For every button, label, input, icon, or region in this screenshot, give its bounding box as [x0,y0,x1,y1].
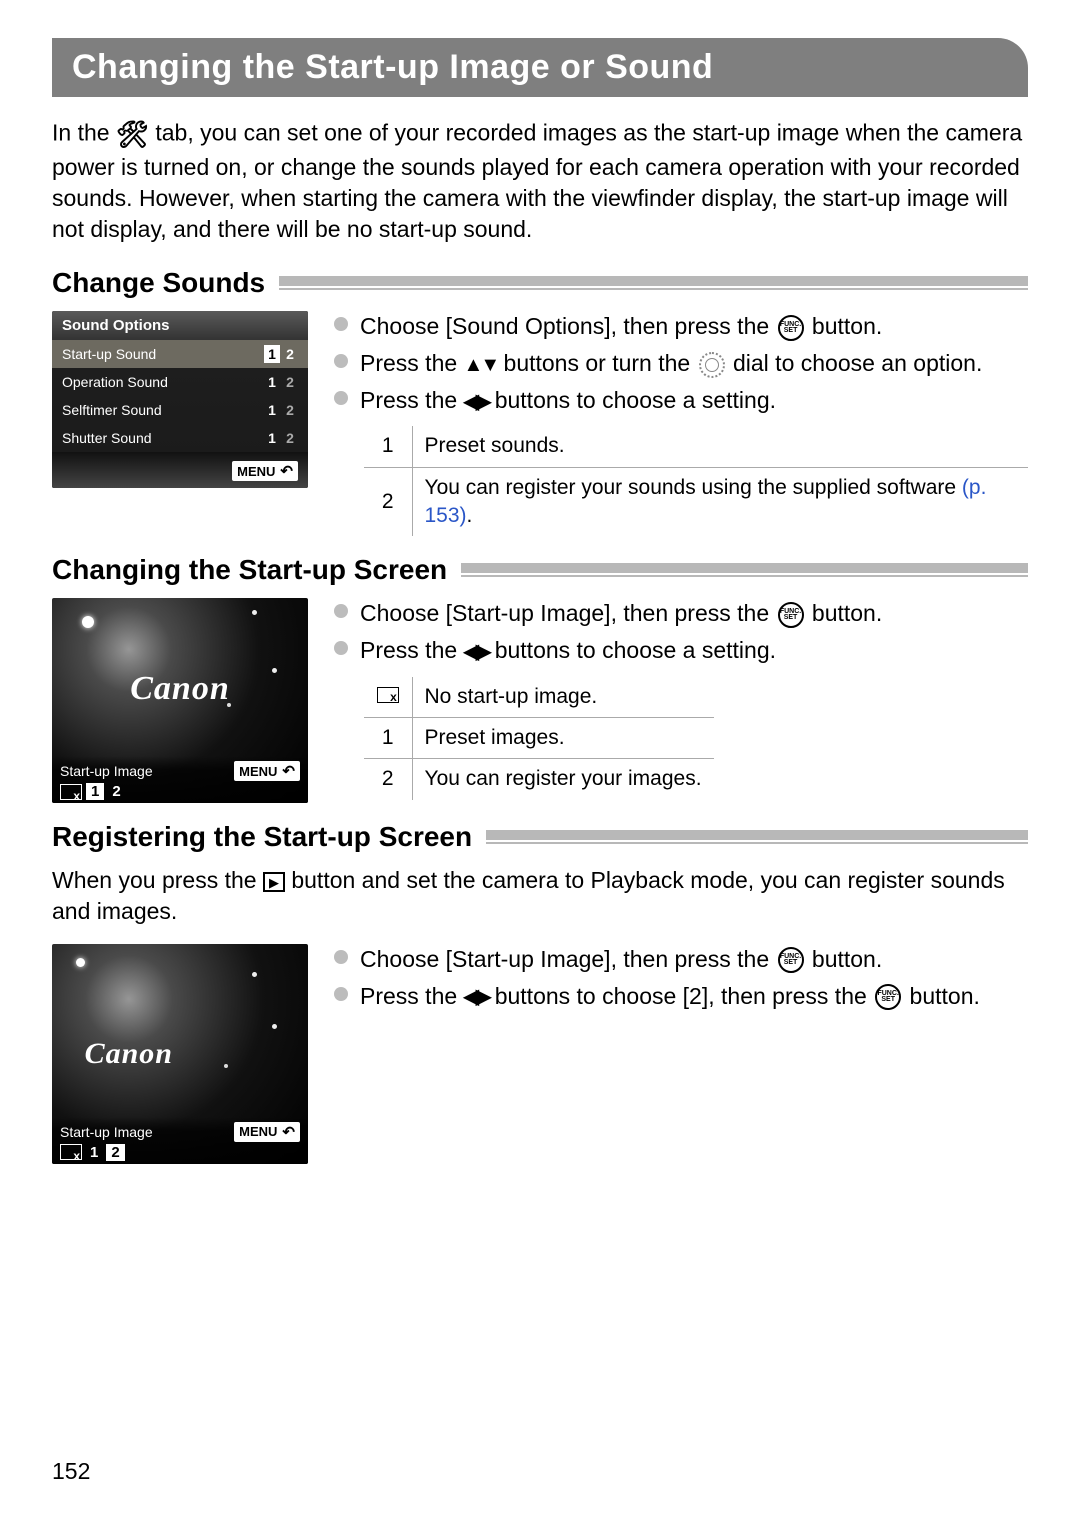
no-image-icon [60,784,82,800]
playback-icon: ▶ [263,872,285,892]
option: 2 [108,783,124,800]
lcd-row-operation-sound: Operation Sound 12 [52,368,308,396]
control-dial-icon [699,352,725,378]
no-image-icon [377,687,399,703]
func-set-icon: FUNC.SET [875,984,901,1010]
func-set-icon: FUNC.SET [778,602,804,628]
tools-icon: 🛠 [116,117,149,152]
instructions: Choose [Start-up Image], then press the … [332,944,1028,1018]
option: 1 [86,1144,102,1161]
option-selected: 2 [106,1144,124,1161]
section-heading-row: Changing the Start-up Screen [52,554,1028,586]
page-title: Changing the Start-up Image or Sound [52,38,1028,97]
up-down-arrows-icon: ▲▼ [464,352,498,379]
intro-paragraph: In the 🛠 tab, you can set one of your re… [52,117,1028,245]
section-heading: Change Sounds [52,267,265,299]
lcd-register-image: Canon Start-up Image MENU↶ 1 2 [52,944,308,1164]
left-right-arrows-icon: ◀▶ [464,984,489,1011]
func-set-icon: FUNC.SET [778,315,804,341]
no-image-icon [60,1144,82,1160]
menu-back-tag: MENU↶ [232,461,298,481]
register-intro: When you press the ▶ button and set the … [52,865,1028,927]
lcd-row-selftimer-sound: Selftimer Sound 12 [52,396,308,424]
lcd-subtitle: Start-up Image [60,1124,153,1140]
lcd-row-startup-sound: Start-up Sound 12 [52,340,308,368]
lcd-row-shutter-sound: Shutter Sound 12 [52,424,308,452]
startup-image-table: No start-up image. 1Preset images. 2You … [364,677,714,800]
section-heading: Registering the Start-up Screen [52,821,472,853]
return-icon: ↶ [280,462,293,480]
left-right-arrows-icon: ◀▶ [464,389,489,416]
sounds-table: 1Preset sounds. 2You can register your s… [364,426,1028,536]
return-icon: ↶ [282,1123,295,1141]
canon-logo: Canon [130,670,230,708]
left-right-arrows-icon: ◀▶ [464,639,489,666]
lcd-sound-options: Sound Options Start-up Sound 12 Operatio… [52,311,308,488]
page-number: 152 [52,1458,90,1485]
menu-back-tag: MENU↶ [234,1122,300,1142]
option-selected: 1 [86,783,104,800]
func-set-icon: FUNC.SET [778,947,804,973]
section-heading-row: Registering the Start-up Screen [52,821,1028,853]
instructions: Choose [Start-up Image], then press the … [332,598,1028,799]
section-heading-row: Change Sounds [52,267,1028,299]
instructions: Choose [Sound Options], then press the F… [332,311,1028,536]
section-heading: Changing the Start-up Screen [52,554,447,586]
menu-back-tag: MENU↶ [234,761,300,781]
lcd-startup-image: Canon Start-up Image MENU↶ 1 2 [52,598,308,803]
return-icon: ↶ [282,762,295,780]
lcd-title: Sound Options [52,311,308,340]
lcd-subtitle: Start-up Image [60,763,153,779]
canon-logo: Canon [85,1037,173,1071]
